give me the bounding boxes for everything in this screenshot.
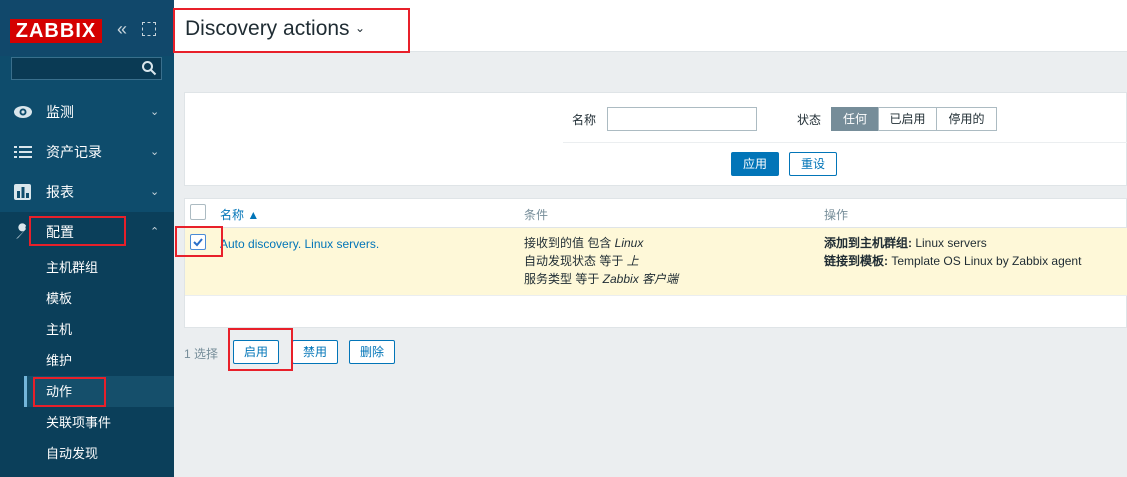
chevron-down-icon: ⌄ xyxy=(150,146,160,158)
wrench-icon xyxy=(16,223,29,239)
condition-value: 上 xyxy=(626,254,639,268)
condition-value: Linux xyxy=(614,236,644,250)
column-header-conditions: 条件 xyxy=(524,208,549,222)
nav-label: 配置 xyxy=(46,224,74,240)
row-divider xyxy=(185,295,1127,296)
selected-count: 1 选择 xyxy=(184,347,219,361)
column-header-name[interactable]: 名称 ▲ xyxy=(220,206,259,223)
logo-row: ZABBIX « xyxy=(0,0,174,56)
nav-label: 资产记录 xyxy=(46,144,102,160)
nav-item-inventory[interactable]: 资产记录 ⌄ xyxy=(0,132,174,172)
operation-line: 添加到主机群组: Linux servers xyxy=(824,235,987,252)
condition-line: 自动发现状态 等于 上 xyxy=(524,253,639,270)
condition-value: Zabbix 客户端 xyxy=(602,272,679,286)
filter-divider xyxy=(563,142,1127,143)
status-option-any[interactable]: 任何 xyxy=(831,107,879,131)
operation-value: Linux servers xyxy=(912,236,987,250)
filter-status-label: 状态 xyxy=(797,113,822,127)
column-header-operations: 操作 xyxy=(824,208,849,222)
select-all-checkbox[interactable] xyxy=(190,204,206,220)
action-name-link[interactable]: Auto discovery. Linux servers. xyxy=(220,236,379,253)
submenu-item-templates[interactable]: 模板 xyxy=(24,283,174,314)
condition-line: 接收到的值 包含 Linux xyxy=(524,235,643,252)
status-option-disabled[interactable]: 停用的 xyxy=(936,107,997,131)
submenu-item-event-correlation[interactable]: 关联项事件 xyxy=(24,407,174,438)
operation-label: 链接到模板: xyxy=(824,254,888,268)
filter-name-input[interactable] xyxy=(607,107,757,131)
chevron-down-icon[interactable]: ⌄ xyxy=(355,21,365,35)
page-title[interactable]: Discovery actions xyxy=(185,17,350,41)
nav-item-monitoring[interactable]: 监测 ⌄ xyxy=(0,92,174,132)
reset-button[interactable]: 重设 xyxy=(789,152,837,176)
row-checkbox[interactable] xyxy=(190,234,206,250)
condition-text: 服务类型 等于 xyxy=(524,272,603,286)
checkmark-icon xyxy=(193,238,203,247)
bar-chart-icon xyxy=(14,184,31,200)
apply-button[interactable]: 应用 xyxy=(731,152,779,176)
chevron-down-icon: ⌄ xyxy=(150,186,160,198)
nav-item-configuration[interactable]: 配置 ⌃ xyxy=(0,212,174,252)
filter-name-label: 名称 xyxy=(572,113,597,127)
operation-value: Template OS Linux by Zabbix agent xyxy=(888,254,1082,268)
submenu-item-actions[interactable]: 动作 xyxy=(24,376,174,407)
status-option-enabled[interactable]: 已启用 xyxy=(878,107,937,131)
submenu-item-discovery[interactable]: 自动发现 xyxy=(24,438,174,469)
disable-button[interactable]: 禁用 xyxy=(292,340,338,364)
search-icon[interactable] xyxy=(141,60,157,76)
operation-label: 添加到主机群组: xyxy=(824,236,912,250)
sidebar-search-input[interactable] xyxy=(11,57,162,80)
condition-text: 接收到的值 包含 xyxy=(524,236,615,250)
condition-line: 服务类型 等于 Zabbix 客户端 xyxy=(524,271,678,288)
submenu-item-host-groups[interactable]: 主机群组 xyxy=(24,252,174,283)
nav-item-reports[interactable]: 报表 ⌄ xyxy=(0,172,174,212)
nav-label: 报表 xyxy=(46,184,74,200)
eye-icon xyxy=(14,106,32,118)
chevron-up-icon: ⌃ xyxy=(150,226,160,238)
submenu-item-maintenance[interactable]: 维护 xyxy=(24,345,174,376)
list-icon xyxy=(14,146,32,158)
collapse-sidebar-icon[interactable]: « xyxy=(117,20,127,38)
enable-button[interactable]: 启用 xyxy=(233,340,279,364)
condition-text: 自动发现状态 等于 xyxy=(524,254,627,268)
nav-label: 监测 xyxy=(46,104,74,120)
operation-line: 链接到模板: Template OS Linux by Zabbix agent xyxy=(824,253,1081,270)
chevron-down-icon: ⌄ xyxy=(150,106,160,118)
submenu-item-hosts[interactable]: 主机 xyxy=(24,314,174,345)
configuration-submenu: 主机群组 模板 主机 维护 动作 关联项事件 自动发现 xyxy=(0,252,174,477)
sidebar: ZABBIX « 监测 ⌄ 资产记录 ⌄ 报表 ⌄ 配置 ⌃ 主机群组 模板 主… xyxy=(0,0,174,477)
kiosk-mode-icon[interactable] xyxy=(142,22,156,36)
page-header: Discovery actions ⌄ xyxy=(174,0,1127,52)
zabbix-logo[interactable]: ZABBIX xyxy=(10,19,102,43)
delete-button[interactable]: 删除 xyxy=(349,340,395,364)
